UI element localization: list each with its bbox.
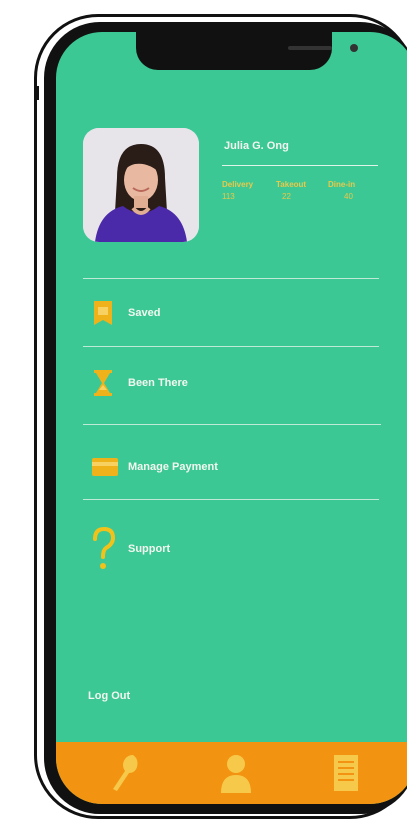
stat-dinein-label: Dine-in [328, 180, 356, 189]
utensils-icon [113, 755, 138, 791]
side-button [35, 86, 39, 100]
menu-label-saved: Saved [128, 307, 161, 319]
hourglass-icon [92, 370, 114, 396]
tab-profile[interactable] [214, 750, 258, 796]
tab-orders[interactable] [324, 750, 368, 796]
stat-dinein-value: 40 [344, 192, 353, 201]
stat-delivery-label: Delivery [222, 180, 254, 189]
divider [83, 424, 381, 425]
credit-card-icon [92, 454, 118, 480]
menu-label-support: Support [128, 543, 171, 555]
avatar-photo-icon [83, 128, 199, 242]
notch [136, 32, 358, 70]
bookmark-icon [92, 300, 114, 326]
camera [350, 44, 358, 52]
stat-takeout-label: Takeout [276, 180, 307, 189]
menu-item-been-there[interactable]: Been There [92, 368, 188, 398]
menu-label-been-there: Been There [128, 377, 188, 389]
question-mark-icon [92, 527, 116, 571]
divider [83, 499, 379, 500]
avatar[interactable] [83, 128, 199, 242]
menu-item-saved[interactable]: Saved [92, 298, 160, 328]
speaker [288, 46, 332, 50]
profile-name: Julia G. Ong [224, 140, 289, 152]
logout-link[interactable]: Log Out [88, 690, 130, 702]
app-screen: Julia G. Ong Delivery 113 Takeout 22 Din… [56, 32, 407, 804]
stat-delivery-value: 113 [222, 192, 235, 201]
divider [83, 346, 379, 347]
divider [83, 278, 379, 279]
name-divider [222, 165, 378, 166]
stat-takeout-value: 22 [282, 192, 291, 201]
menu-item-manage-payment[interactable]: Manage Payment [92, 452, 218, 482]
profile-icon [221, 755, 251, 793]
menu-item-support[interactable]: Support [92, 526, 170, 572]
receipt-icon [334, 755, 358, 791]
menu-label-manage-payment: Manage Payment [128, 461, 218, 473]
tab-bar [56, 742, 407, 804]
tab-restaurants[interactable] [104, 750, 148, 796]
